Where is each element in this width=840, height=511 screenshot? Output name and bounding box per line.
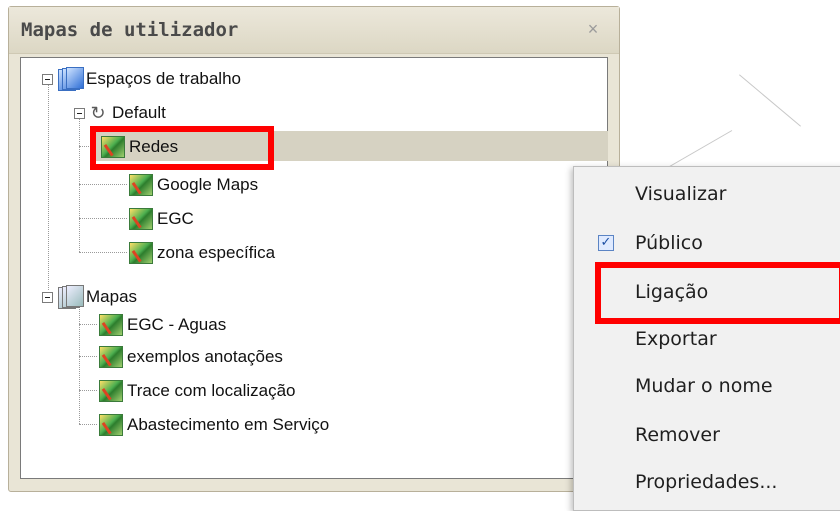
tree-node-label: zona específica — [157, 243, 276, 262]
tree-connector — [79, 112, 80, 252]
menu-item-label: Propriedades... — [635, 471, 778, 493]
highlight-box-ligacao — [595, 262, 840, 324]
tree-node-label: Trace com localização — [127, 381, 296, 400]
tree-node-abastecimento-em-servico[interactable]: Abastecimento em Serviço — [99, 410, 329, 440]
menu-item-propriedades[interactable]: Propriedades... — [574, 460, 840, 506]
close-icon[interactable]: × — [585, 20, 601, 38]
menu-item-label: Exportar — [635, 328, 717, 350]
tree-node-maps[interactable]: Mapas — [42, 282, 137, 312]
collapse-toggle-icon[interactable] — [42, 291, 53, 303]
tree-connector — [79, 390, 97, 391]
menu-item-label: Visualizar — [635, 183, 727, 205]
tree-node-workspaces[interactable]: Espaços de trabalho — [42, 64, 241, 94]
tree-node-default[interactable]: ↻ Default — [74, 98, 166, 128]
map-layer-icon — [99, 414, 123, 436]
menu-item-publico[interactable]: ✓ Público — [574, 221, 840, 267]
menu-item-label: Remover — [635, 424, 720, 446]
map-layer-icon — [99, 314, 123, 336]
collapse-toggle-icon[interactable] — [42, 73, 53, 85]
map-layer-icon — [99, 346, 123, 368]
tree-node-label: Abastecimento em Serviço — [127, 415, 330, 434]
menu-item-label: Mudar o nome — [635, 375, 773, 397]
tree-node-label: exemplos anotações — [127, 347, 283, 366]
tree-node-label: Default — [112, 103, 166, 122]
background-map-line — [739, 74, 801, 127]
window-titlebar: Mapas de utilizador × — [9, 7, 619, 54]
tree-connector — [48, 80, 49, 290]
tree-node-label: EGC — [157, 209, 194, 228]
tree-node-egc[interactable]: EGC — [129, 204, 194, 234]
tree-connector — [79, 298, 80, 424]
checkbox-checked-icon[interactable]: ✓ — [598, 235, 614, 251]
default-icon: ↻ — [90, 103, 106, 123]
tree-node-label: Espaços de trabalho — [86, 69, 241, 88]
tree-node-exemplos-anotacoes[interactable]: exemplos anotações — [99, 342, 283, 372]
map-layer-icon — [99, 380, 123, 402]
tree-connector — [79, 252, 127, 253]
tree-connector — [79, 184, 127, 185]
maps-folder-icon — [56, 285, 84, 309]
context-menu: Visualizar ✓ Público Ligação Exportar Mu… — [573, 166, 840, 511]
maps-tree: Espaços de trabalho ↻ Default Redes Goog… — [20, 57, 608, 479]
tree-connector — [79, 356, 97, 357]
workspace-icon — [56, 67, 84, 91]
menu-item-remover[interactable]: Remover — [574, 413, 840, 459]
tree-node-trace-com-localizacao[interactable]: Trace com localização — [99, 376, 296, 406]
collapse-toggle-icon[interactable] — [74, 107, 85, 119]
tree-connector — [79, 324, 97, 325]
window-title: Mapas de utilizador — [21, 19, 239, 41]
tree-connector — [79, 218, 127, 219]
tree-node-label: Google Maps — [157, 175, 259, 194]
menu-item-label: Público — [635, 232, 703, 254]
map-layer-icon — [129, 174, 153, 196]
tree-node-zona-especifica[interactable]: zona específica — [129, 238, 275, 268]
tree-node-label: Mapas — [86, 287, 138, 306]
map-layer-icon — [129, 208, 153, 230]
menu-item-mudar-o-nome[interactable]: Mudar o nome — [574, 364, 840, 410]
menu-item-visualizar[interactable]: Visualizar — [574, 172, 840, 218]
tree-node-label: EGC - Aguas — [127, 315, 227, 334]
tree-node-egc-aguas[interactable]: EGC - Aguas — [99, 310, 226, 340]
user-maps-window: Mapas de utilizador × Espaços de trabalh… — [8, 6, 620, 492]
tree-connector — [79, 424, 97, 425]
tree-node-google-maps[interactable]: Google Maps — [129, 170, 258, 200]
map-layer-icon — [129, 242, 153, 264]
highlight-box-redes — [90, 126, 274, 170]
